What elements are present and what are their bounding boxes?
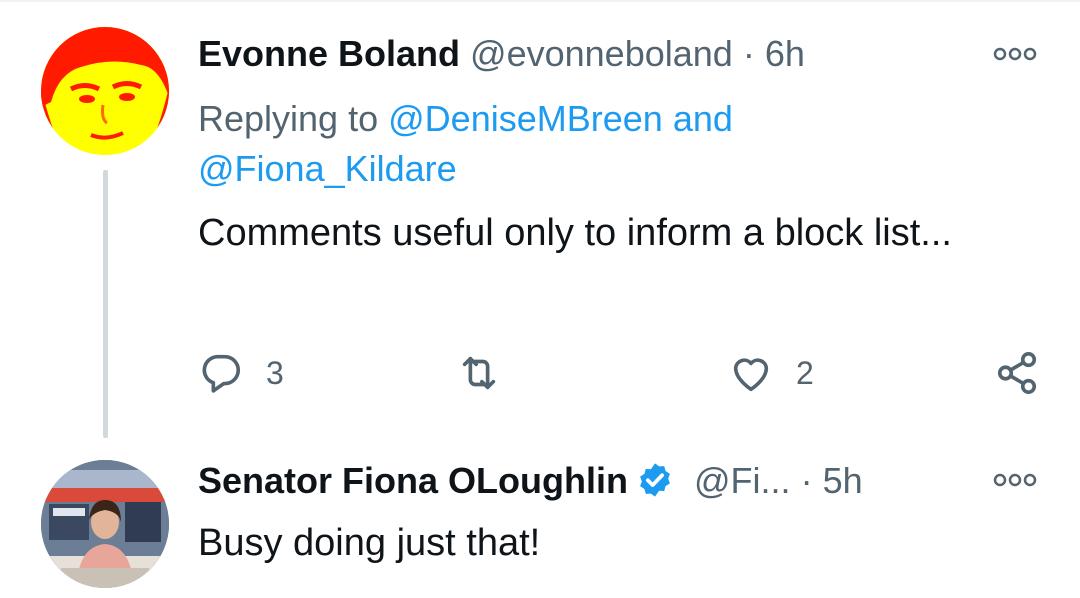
avatar[interactable] xyxy=(41,27,169,155)
separator-dot: · xyxy=(800,460,813,501)
reply-mention-link[interactable]: @DeniseMBreen xyxy=(388,98,663,139)
tweet-time[interactable]: 5h xyxy=(823,460,863,501)
tweet-text: Busy doing just that! xyxy=(198,522,541,564)
tweet-text: Comments useful only to inform a block l… xyxy=(198,212,952,254)
tweet[interactable]: Senator Fiona OLoughlin @Fi... · 5h Busy… xyxy=(0,440,1080,598)
tweet-actions: 3 2 xyxy=(198,345,1040,401)
replying-to-label: Replying to xyxy=(198,98,379,139)
tweet-time[interactable]: 6h xyxy=(765,33,805,74)
separator-dot: · xyxy=(742,33,755,74)
more-options-button[interactable] xyxy=(992,44,1038,64)
reply-mention-link[interactable]: @Fiona_Kildare xyxy=(198,148,457,189)
more-icon xyxy=(993,47,1037,61)
avatar[interactable] xyxy=(41,460,169,588)
tweet-header: Evonne Boland @evonneboland · 6h xyxy=(198,32,805,76)
share-button[interactable] xyxy=(994,345,1040,401)
reply-icon xyxy=(202,354,241,393)
author-handle[interactable]: @evonneboland xyxy=(470,33,733,74)
tweet-header: Senator Fiona OLoughlin @Fi... · 5h xyxy=(198,459,863,503)
like-count: 2 xyxy=(796,354,814,391)
more-options-button[interactable] xyxy=(992,470,1038,490)
author-name[interactable]: Senator Fiona OLoughlin xyxy=(198,460,628,501)
share-icon xyxy=(997,352,1037,394)
verified-badge-icon xyxy=(640,463,670,497)
author-handle[interactable]: @Fi... xyxy=(694,460,791,501)
reply-count: 3 xyxy=(266,354,284,391)
author-name[interactable]: Evonne Boland xyxy=(198,33,460,74)
thread-connector-line xyxy=(103,170,108,438)
like-button[interactable]: 2 xyxy=(728,345,814,401)
replying-to-line: Replying to @DeniseMBreen and @Fiona_Kil… xyxy=(198,94,958,194)
tweet[interactable]: Evonne Boland @evonneboland · 6h Replyin… xyxy=(0,0,1080,440)
like-icon xyxy=(733,358,769,392)
reply-button[interactable]: 3 xyxy=(198,345,284,401)
retweet-button[interactable] xyxy=(456,345,502,401)
more-icon xyxy=(993,473,1037,487)
retweet-icon xyxy=(462,356,496,390)
reply-and-link[interactable]: and xyxy=(673,98,733,139)
